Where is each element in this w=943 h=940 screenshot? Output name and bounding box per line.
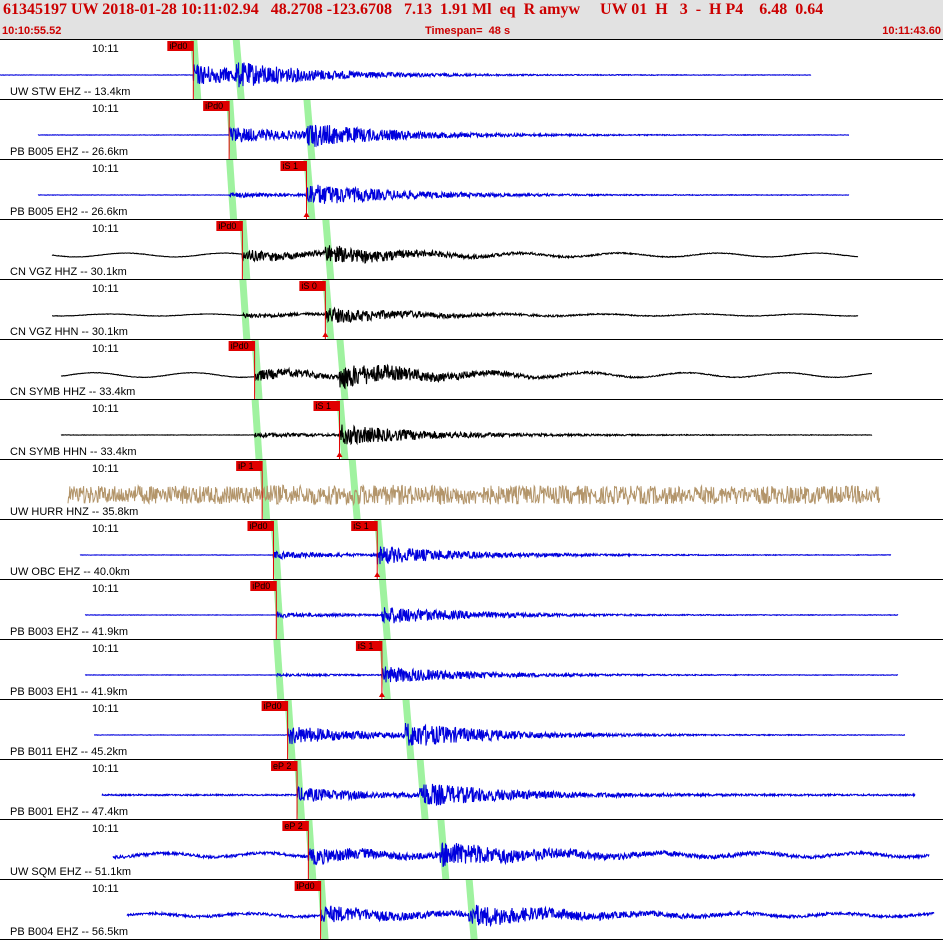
station-label: PB B001 EHZ -- 47.4km xyxy=(10,806,128,818)
waveform xyxy=(94,722,906,746)
waveform xyxy=(52,306,859,324)
time-tick-label: 10:11 xyxy=(92,223,119,235)
waveform xyxy=(51,245,859,264)
time-tick-label: 10:11 xyxy=(92,523,119,535)
waveform xyxy=(84,607,899,624)
waveform xyxy=(79,546,892,565)
timespan: Timespan= 48 s xyxy=(425,25,511,37)
trace-row[interactable]: 10:11 iPd0 PB B005 EHZ -- 26.6km xyxy=(0,100,943,160)
waveform xyxy=(37,184,850,204)
station-label: PB B003 EH1 -- 41.9km xyxy=(10,686,127,698)
start-time: 10:10:55.52 xyxy=(2,25,62,37)
time-tick-label: 10:11 xyxy=(92,163,119,175)
phase-pick-label: iPd0 xyxy=(297,881,315,891)
waveform xyxy=(84,666,899,683)
event-header: 61345197 UW 2018-01-28 10:11:02.94 48.27… xyxy=(0,0,943,40)
trace-row[interactable]: 10:11 iS 1 PB B005 EH2 -- 26.6km xyxy=(0,160,943,220)
seismogram-panel[interactable]: 10:11 iPd0 UW STW EHZ -- 13.4km 10:11 iPd0 PB… xyxy=(0,40,943,940)
trace-row[interactable]: 10:11 iPd0 CN VGZ HHZ -- 30.1km xyxy=(0,220,943,280)
time-tick-label: 10:11 xyxy=(92,583,119,595)
phase-pick-label: iPd0 xyxy=(218,221,236,231)
waveform xyxy=(0,62,812,88)
time-tick-label: 10:11 xyxy=(92,103,119,115)
waveform xyxy=(112,842,930,868)
predicted-p-band xyxy=(251,400,263,460)
phase-pick-label: iS 0 xyxy=(301,281,317,291)
phase-pick-label: iS 1 xyxy=(282,161,298,171)
phase-pick-label: iPd0 xyxy=(169,41,187,51)
station-label: PB B005 EHZ -- 26.6km xyxy=(10,146,128,158)
phase-pick-label: iP 1 xyxy=(238,461,253,471)
station-label: PB B005 EH2 -- 26.6km xyxy=(10,206,127,218)
station-label: CN VGZ HHN -- 30.1km xyxy=(10,326,128,338)
time-tick-label: 10:11 xyxy=(92,703,119,715)
time-tick-label: 10:11 xyxy=(92,403,119,415)
trace-row[interactable]: 10:11 iS 1 CN SYMB HHN -- 33.4km xyxy=(0,400,943,460)
time-tick-label: 10:11 xyxy=(92,883,119,895)
station-label: PB B003 EHZ -- 41.9km xyxy=(10,626,128,638)
trace-row[interactable]: 10:11 iPd0 iS 1 UW OBC EHZ -- 40.0km xyxy=(0,520,943,580)
waveform xyxy=(67,483,881,507)
time-tick-label: 10:11 xyxy=(92,823,119,835)
phase-pick-label: eP 2 xyxy=(284,821,302,831)
predicted-p-band xyxy=(273,640,285,700)
waveform xyxy=(60,363,872,390)
station-label: UW OBC EHZ -- 40.0km xyxy=(10,566,130,578)
trace-row[interactable]: 10:11 iS 1 PB B003 EH1 -- 41.9km xyxy=(0,640,943,700)
phase-pick-label: iS 1 xyxy=(358,641,374,651)
time-tick-label: 10:11 xyxy=(92,43,119,55)
trace-row[interactable]: 10:11 iPd0 PB B004 EHZ -- 56.5km xyxy=(0,880,943,940)
phase-pick-label: iS 1 xyxy=(315,401,331,411)
waveform xyxy=(101,783,916,806)
station-label: CN SYMB HHN -- 33.4km xyxy=(10,446,137,458)
predicted-p-band xyxy=(226,160,238,220)
trace-row[interactable]: 10:11 iS 0 CN VGZ HHN -- 30.1km xyxy=(0,280,943,340)
predicted-s-band xyxy=(336,340,349,400)
time-tick-label: 10:11 xyxy=(92,343,119,355)
phase-pick-label: eP 2 xyxy=(273,761,291,771)
station-label: UW HURR HNZ -- 35.8km xyxy=(10,506,138,518)
trace-row[interactable]: 10:11 iPd0 UW STW EHZ -- 13.4km xyxy=(0,40,943,100)
station-label: CN SYMB HHZ -- 33.4km xyxy=(10,386,135,398)
phase-pick-label: iPd0 xyxy=(252,581,270,591)
end-time: 10:11:43.60 xyxy=(882,25,941,37)
trace-row[interactable]: 10:11 eP 2 UW SQM EHZ -- 51.1km xyxy=(0,820,943,880)
station-label: PB B011 EHZ -- 45.2km xyxy=(10,746,127,758)
trace-row[interactable]: 10:11 iP 1 UW HURR HNZ -- 35.8km xyxy=(0,460,943,520)
trace-row[interactable]: 10:11 eP 2 PB B001 EHZ -- 47.4km xyxy=(0,760,943,820)
time-tick-label: 10:11 xyxy=(92,463,119,475)
time-tick-label: 10:11 xyxy=(92,643,119,655)
trace-row[interactable]: 10:11 iPd0 PB B003 EHZ -- 41.9km xyxy=(0,580,943,640)
station-label: UW STW EHZ -- 13.4km xyxy=(10,86,130,98)
trace-row[interactable]: 10:11 iPd0 CN SYMB HHZ -- 33.4km xyxy=(0,340,943,400)
event-summary: 61345197 UW 2018-01-28 10:11:02.94 48.27… xyxy=(3,1,824,18)
predicted-s-band xyxy=(348,460,361,520)
phase-pick-label: iPd0 xyxy=(231,341,249,351)
waveform xyxy=(126,904,935,928)
time-tick-label: 10:11 xyxy=(92,283,119,295)
predicted-p-band xyxy=(239,280,251,340)
waveform xyxy=(37,124,849,148)
station-label: UW SQM EHZ -- 51.1km xyxy=(10,866,131,878)
time-tick-label: 10:11 xyxy=(92,763,119,775)
phase-pick-label: iPd0 xyxy=(264,701,282,711)
phase-pick-2-label: iS 1 xyxy=(353,521,369,531)
station-label: CN VGZ HHZ -- 30.1km xyxy=(10,266,127,278)
phase-pick-label: iPd0 xyxy=(205,101,223,111)
trace-row[interactable]: 10:11 iPd0 PB B011 EHZ -- 45.2km xyxy=(0,700,943,760)
waveform xyxy=(60,424,873,446)
station-label: PB B004 EHZ -- 56.5km xyxy=(10,926,128,938)
phase-pick-label: iPd0 xyxy=(249,521,267,531)
